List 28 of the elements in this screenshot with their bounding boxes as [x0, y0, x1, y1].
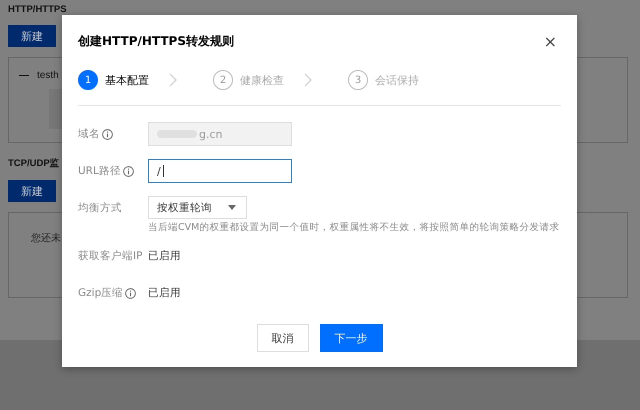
new-button[interactable]: 新建 [8, 180, 56, 202]
field-label: 获取客户端IP [78, 249, 142, 263]
field-value: 已启用 [148, 249, 181, 264]
step: 2 健康检查 [213, 70, 284, 90]
field-label: 域名 [78, 127, 100, 141]
close-button[interactable]: × [540, 32, 561, 50]
field-label: Gzip压缩 [78, 286, 124, 300]
chevron-icon [169, 73, 177, 87]
field-label: 均衡方式 [78, 201, 122, 215]
new-button[interactable]: 新建 [8, 25, 56, 47]
field-label: URL路径 [78, 164, 121, 178]
section-title: TCP/UDP监 [8, 157, 60, 170]
dropdown-arrow-icon [228, 205, 236, 210]
hint-text: 当后端CVM的权重都设置为同一个值时，权重属性将不生效，将按照简单的轮询策略分发请求 [148, 221, 560, 234]
field-value: 已启用 [148, 286, 181, 301]
info-icon[interactable] [122, 166, 134, 176]
section-title: HTTP/HTTPS [8, 4, 67, 15]
cancel-button[interactable]: 取消 [256, 324, 308, 352]
step: 3 会话保持 [348, 70, 419, 90]
chevron-icon [304, 73, 312, 87]
info-icon[interactable] [125, 288, 136, 298]
next-button[interactable]: 下一步 [320, 324, 382, 352]
dialog-title: 创建HTTP/HTTPS转发规则 [78, 32, 234, 50]
input-field[interactable]: / [148, 159, 292, 183]
balance-dropdown[interactable]: 按权重轮询 [148, 196, 247, 219]
empty-text: 您还未 [31, 232, 61, 245]
tree-item[interactable]: testh [37, 70, 59, 81]
step: 1 基本配置 [78, 70, 149, 90]
